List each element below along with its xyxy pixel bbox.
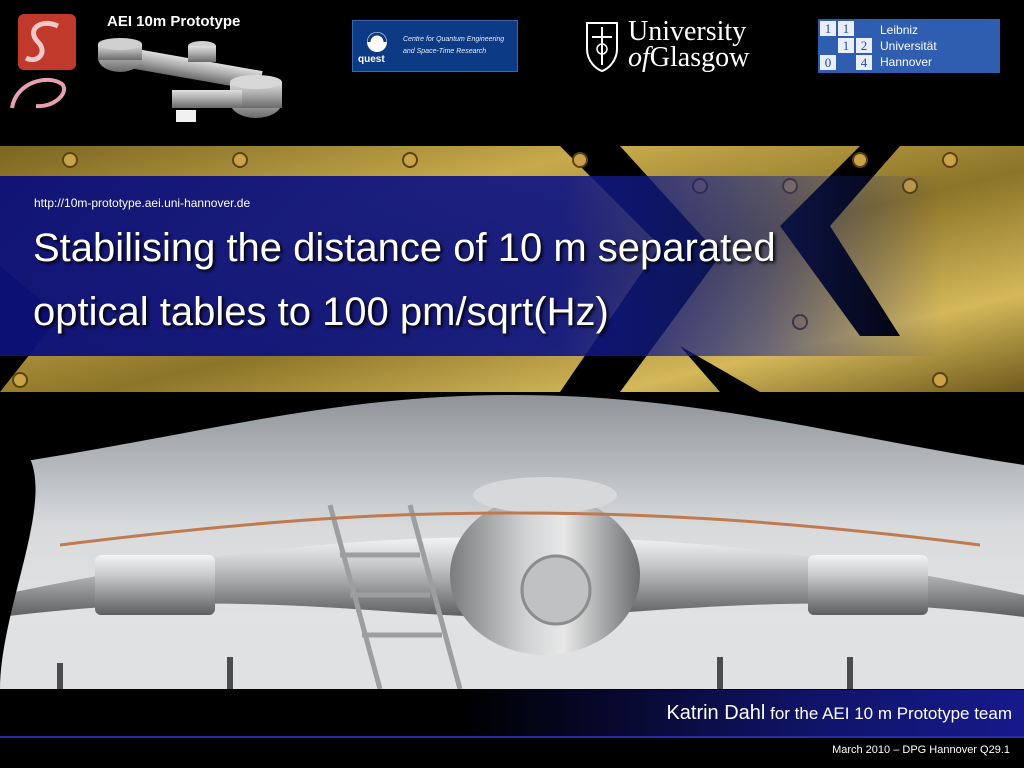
glasgow-word-city: ofGlasgow <box>628 42 749 74</box>
glasgow-word-of: of <box>628 42 650 73</box>
leibniz-digit: 1 <box>820 21 836 36</box>
project-url[interactable]: http://10m-prototype.aei.uni-hannover.de <box>34 196 250 210</box>
lab-panorama-photo <box>0 395 1024 689</box>
date-event: March 2010 – DPG Hannover Q29.1 <box>832 744 1010 756</box>
leibniz-line-3: Hannover <box>880 55 933 69</box>
quest-logo: quest Centre for Quantum Engineering and… <box>352 20 518 72</box>
title-line-2: optical tables to 100 pm/sqrt(Hz) <box>33 290 609 334</box>
leibniz-logo: 1 1 1 2 0 4 Leibniz Universität Hannover <box>818 19 1000 73</box>
quest-tagline-2: and Space-Time Research <box>403 48 487 55</box>
leibniz-numeral-grid: 1 1 1 2 0 4 <box>820 21 872 71</box>
footer-divider <box>0 736 1024 738</box>
leibniz-digit: 1 <box>838 38 854 53</box>
vacuum-system-drawing <box>98 38 282 122</box>
aei-logo-icon <box>10 14 76 109</box>
title-line-1: Stabilising the distance of 10 m separat… <box>33 226 776 270</box>
leibniz-line-1: Leibniz <box>880 23 919 37</box>
quest-tagline-1: Centre for Quantum Engineering <box>403 36 505 43</box>
author-line: Katrin Dahl for the AEI 10 m Prototype t… <box>666 702 1012 725</box>
author-affiliation: for the AEI 10 m Prototype team <box>765 704 1012 723</box>
prototype-title: AEI 10m Prototype <box>107 13 241 30</box>
author-name: Katrin Dahl <box>666 702 766 724</box>
glasgow-logo: University ofGlasgow <box>582 16 758 76</box>
glasgow-crest-icon <box>586 22 618 73</box>
leibniz-line-2: Universität <box>880 39 937 53</box>
leibniz-digit: 2 <box>856 38 872 53</box>
glasgow-word-glasgow: Glasgow <box>649 42 750 73</box>
leibniz-digit: 0 <box>820 55 836 70</box>
leibniz-digit: 1 <box>838 21 854 36</box>
quest-name: quest <box>358 54 385 65</box>
leibniz-digit: 4 <box>856 55 872 70</box>
